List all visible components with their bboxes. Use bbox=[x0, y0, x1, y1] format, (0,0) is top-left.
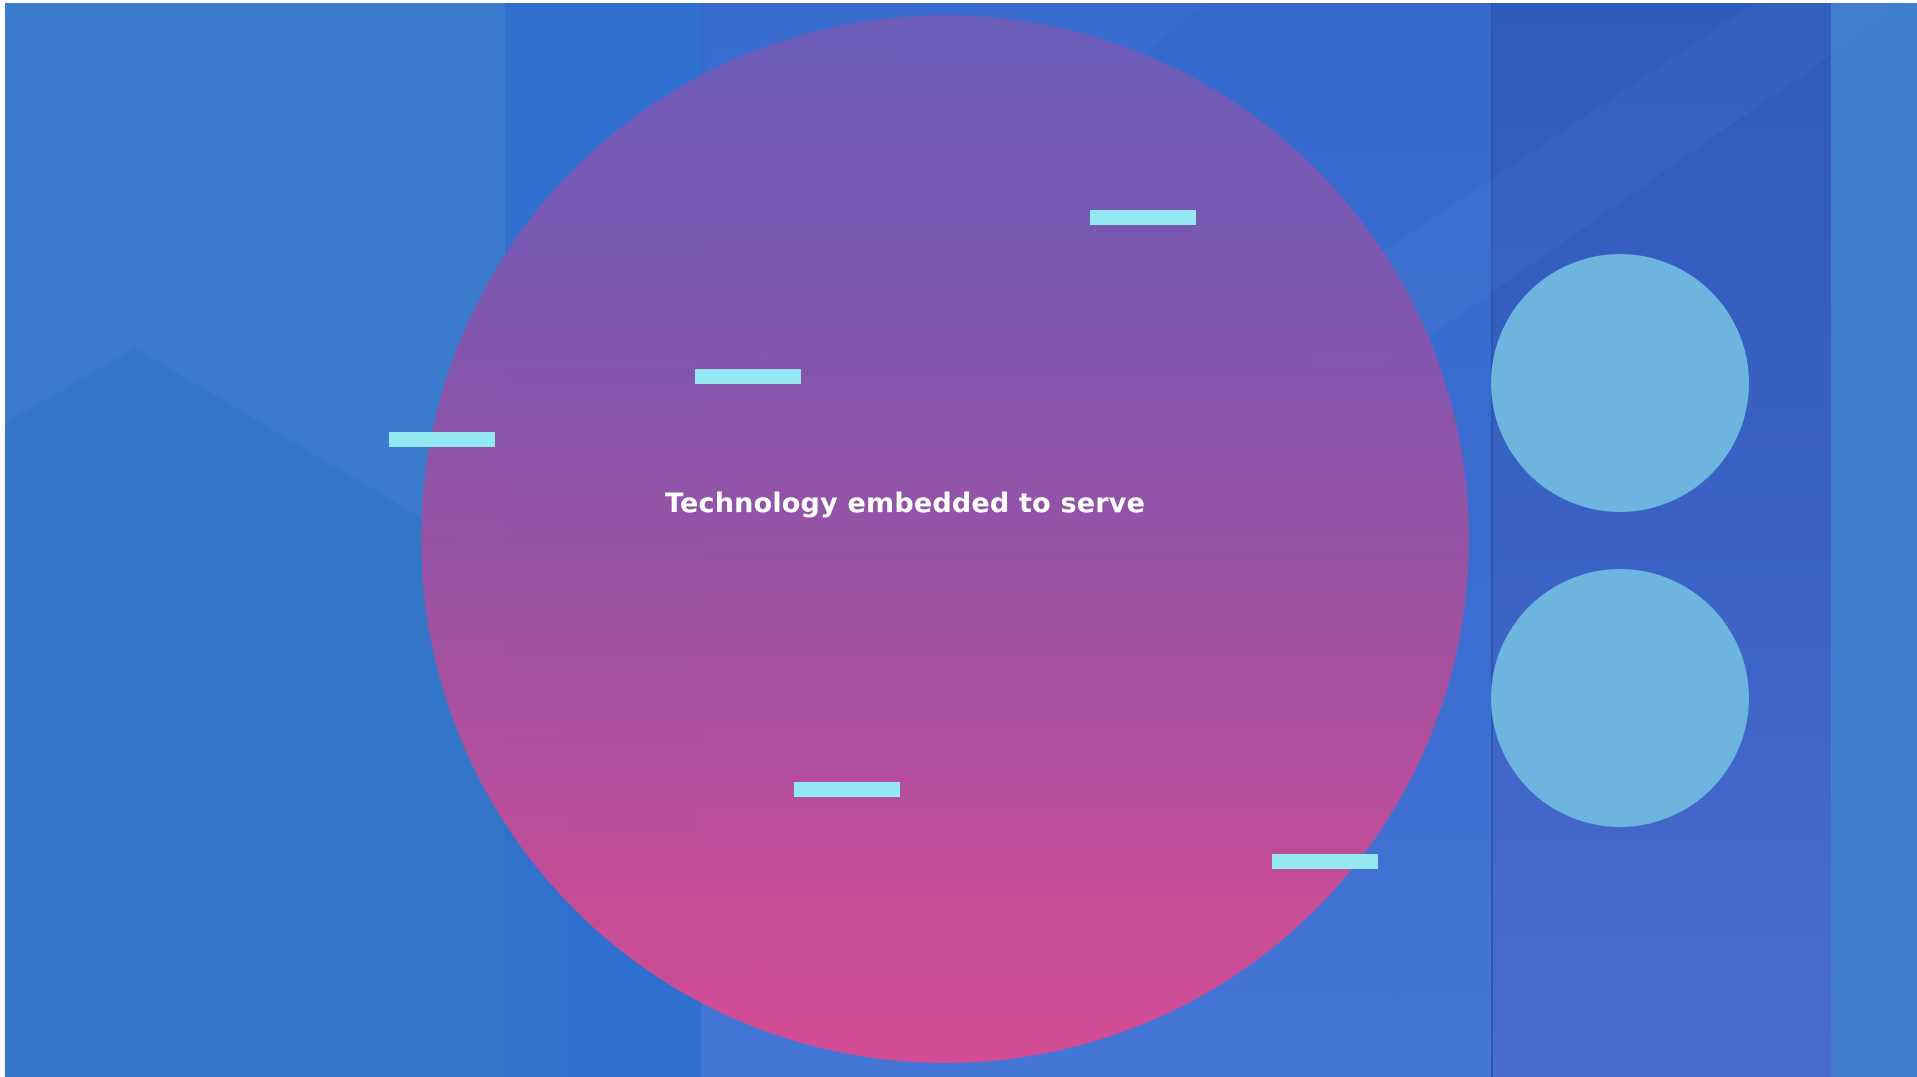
accent-dash bbox=[1090, 210, 1196, 225]
side-circle-bottom bbox=[1491, 569, 1749, 827]
accent-dash bbox=[794, 782, 900, 797]
slide-canvas: Technology embedded to serve bbox=[5, 3, 1917, 1077]
accent-dash bbox=[1272, 854, 1378, 869]
main-gradient-circle bbox=[421, 15, 1469, 1063]
side-circle-top bbox=[1491, 254, 1749, 512]
accent-dash bbox=[695, 369, 801, 384]
slide-headline: Technology embedded to serve bbox=[665, 488, 1146, 519]
background-band-edge bbox=[1831, 3, 1917, 1077]
background-band-right bbox=[1491, 3, 1833, 1077]
accent-dash bbox=[389, 432, 495, 447]
